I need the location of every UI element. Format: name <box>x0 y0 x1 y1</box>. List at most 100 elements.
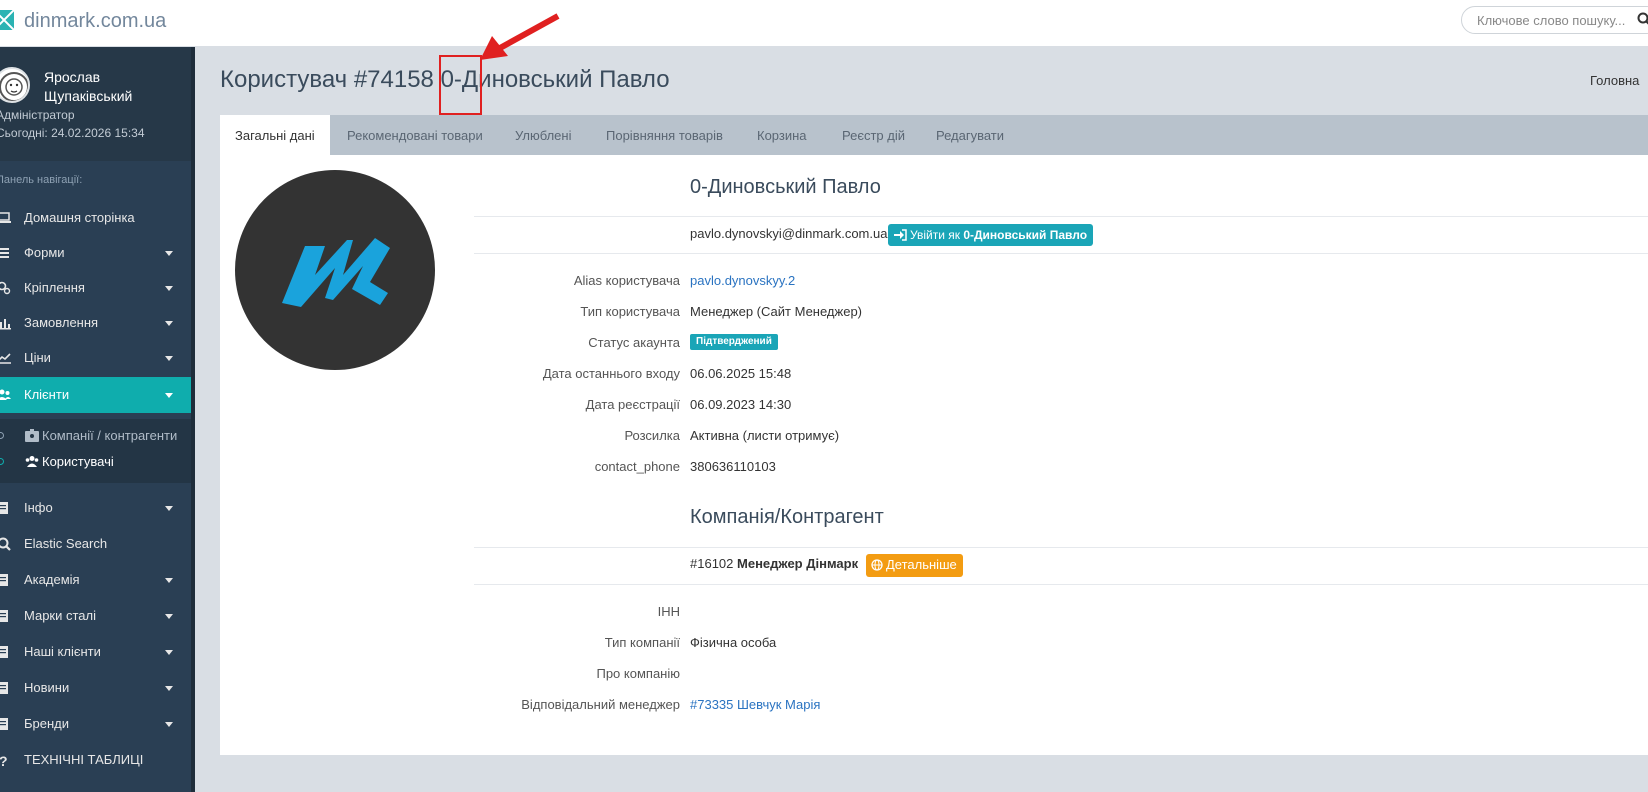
sidebar-item-label: Замовлення <box>24 315 99 330</box>
caret-down-icon <box>165 251 173 256</box>
caret-down-icon <box>165 614 173 619</box>
sidebar-item-tech-tables[interactable]: ? ТЕХНІЧНІ ТАБЛИЦІ <box>0 742 191 778</box>
globe-icon <box>871 559 883 571</box>
sidebar-item-prices[interactable]: Ціни <box>0 340 191 376</box>
sidebar-item-academy[interactable]: Академія <box>0 562 191 598</box>
sidebar-item-label: Ціни <box>24 350 51 365</box>
submenu-item-label: Компанії / контрагенти <box>42 428 178 443</box>
search-icon[interactable] <box>1637 12 1648 26</box>
submenu-item-label: Користувачі <box>42 454 114 469</box>
field-label-alias: Alias користувача <box>573 273 680 288</box>
sidebar-item-steel-grades[interactable]: Марки сталі <box>0 598 191 634</box>
laptop-icon <box>0 212 11 223</box>
sidebar-edge <box>191 47 195 792</box>
dinmark-logo-icon <box>282 238 390 307</box>
sidebar-item-forms[interactable]: Форми <box>0 235 191 271</box>
breadcrumb-home[interactable]: Головна <box>1590 73 1639 88</box>
field-label-company-type: Тип компанії <box>604 635 680 650</box>
field-label-phone: contact_phone <box>594 459 680 474</box>
tab-favorites[interactable]: Улюблені <box>515 115 571 155</box>
field-label-user-type: Тип користувача <box>580 304 680 319</box>
sidebar-item-label: Марки сталі <box>24 608 97 623</box>
users-icon <box>25 456 39 467</box>
sidebar-item-label: Клієнти <box>24 387 70 402</box>
login-as-name: 0-Диновський Павло <box>963 228 1088 242</box>
search-input[interactable] <box>1477 7 1647 33</box>
book-icon <box>0 502 8 514</box>
tab-cart[interactable]: Корзина <box>757 115 807 155</box>
field-value-user-type: Менеджер (Сайт Менеджер) <box>690 304 863 319</box>
user-role: Адміністратор <box>0 108 75 122</box>
sidebar-item-label: Бренди <box>24 716 70 731</box>
line-chart-icon <box>0 353 11 364</box>
field-value-last-login: 06.06.2025 15:48 <box>690 366 792 381</box>
caret-down-icon <box>165 578 173 583</box>
sidebar-item-brands[interactable]: Бренди <box>0 706 191 742</box>
sign-in-icon <box>894 229 907 241</box>
tab-general[interactable]: Загальні дані <box>220 115 330 156</box>
avatar[interactable] <box>0 67 30 103</box>
field-label-newsletter: Розсилка <box>624 428 680 443</box>
caret-down-icon <box>165 506 173 511</box>
field-value-company-type: Фізична особа <box>690 635 777 650</box>
current-date: Сьогодні: 24.02.2026 15:34 <box>0 126 145 140</box>
sidebar-item-label: Кріплення <box>24 280 85 295</box>
details-button[interactable]: Детальніше <box>866 554 963 577</box>
sidebar-item-elastic-search[interactable]: Elastic Search <box>0 526 191 562</box>
status-badge: Підтверджений <box>690 334 778 350</box>
submenu-item-users[interactable]: Користувачі <box>0 451 191 473</box>
sidebar-item-orders[interactable]: Замовлення <box>0 305 191 341</box>
logo-icon <box>0 10 14 30</box>
user-email: pavlo.dynovskyi@dinmark.com.ua <box>690 226 888 241</box>
tab-compare[interactable]: Порівняння товарів <box>606 115 723 155</box>
bullet-icon <box>0 458 4 465</box>
sidebar-item-label: Домашня сторінка <box>24 210 135 225</box>
field-label-manager: Відповідальний менеджер <box>521 697 680 712</box>
id-badge-icon <box>25 429 39 442</box>
tab-bar: Загальні дані Рекомендовані товари Улюбл… <box>220 115 1648 156</box>
sidebar: Ярослав Щупаківський Адміністратор Сього… <box>0 47 194 792</box>
tab-activity-log[interactable]: Реєстр дій <box>842 115 905 155</box>
sidebar-item-label: Новини <box>24 680 70 695</box>
company-name: Менеджер Дінмарк <box>737 556 859 571</box>
caret-down-icon <box>165 356 173 361</box>
tab-edit[interactable]: Редагувати <box>936 115 1004 155</box>
sidebar-item-our-clients[interactable]: Наші клієнти <box>0 634 191 670</box>
field-value-alias[interactable]: pavlo.dynovskyy.2 <box>690 273 795 288</box>
field-label-status: Статус акаунта <box>588 335 680 350</box>
svg-text:?: ? <box>0 753 8 767</box>
question-icon: ? <box>0 753 8 767</box>
clients-submenu: Компанії / контрагенти Користувачі <box>0 419 191 483</box>
tab-recommended[interactable]: Рекомендовані товари <box>347 115 483 155</box>
field-label-registered: Дата реєстрації <box>585 397 680 412</box>
field-label-inn: ІНН <box>657 604 680 619</box>
search-box[interactable] <box>1461 6 1648 34</box>
sidebar-item-label: Академія <box>24 572 80 587</box>
sidebar-item-label: Наші клієнти <box>24 644 101 659</box>
login-as-button[interactable]: Увійти як 0-Диновський Павло <box>888 224 1094 246</box>
caret-down-icon <box>165 321 173 326</box>
sidebar-item-label: Інфо <box>24 500 53 515</box>
users-icon <box>0 389 11 400</box>
book-icon <box>0 682 8 694</box>
caret-down-icon <box>165 393 173 398</box>
sidebar-item-clients[interactable]: Клієнти <box>0 377 191 413</box>
field-label-last-login: Дата останнього входу <box>542 366 680 381</box>
content-panel: 0-Диновський Павло pavlo.dynovskyi@dinma… <box>220 155 1648 755</box>
profile-block: Ярослав Щупаківський Адміністратор Сього… <box>0 47 191 161</box>
sidebar-item-fasteners[interactable]: Кріплення <box>0 270 191 306</box>
submenu-item-companies[interactable]: Компанії / контрагенти <box>0 425 191 447</box>
login-as-prefix: Увійти як <box>910 228 960 242</box>
sidebar-item-home[interactable]: Домашня сторінка <box>0 200 191 236</box>
field-value-manager[interactable]: #73335 Шевчук Марія <box>690 697 820 712</box>
field-value-newsletter: Активна (листи отримує) <box>690 428 840 443</box>
sidebar-item-info[interactable]: Інфо <box>0 490 191 526</box>
divider <box>474 216 1648 217</box>
field-label-about: Про компанію <box>596 666 680 681</box>
top-bar: dinmark.com.ua <box>0 0 1648 47</box>
lion-icon <box>0 72 28 101</box>
company-number: #16102 Менеджер Дінмарк <box>690 556 858 571</box>
sidebar-item-news[interactable]: Новини <box>0 670 191 706</box>
divider <box>474 584 1648 585</box>
site-brand[interactable]: dinmark.com.ua <box>24 10 166 33</box>
